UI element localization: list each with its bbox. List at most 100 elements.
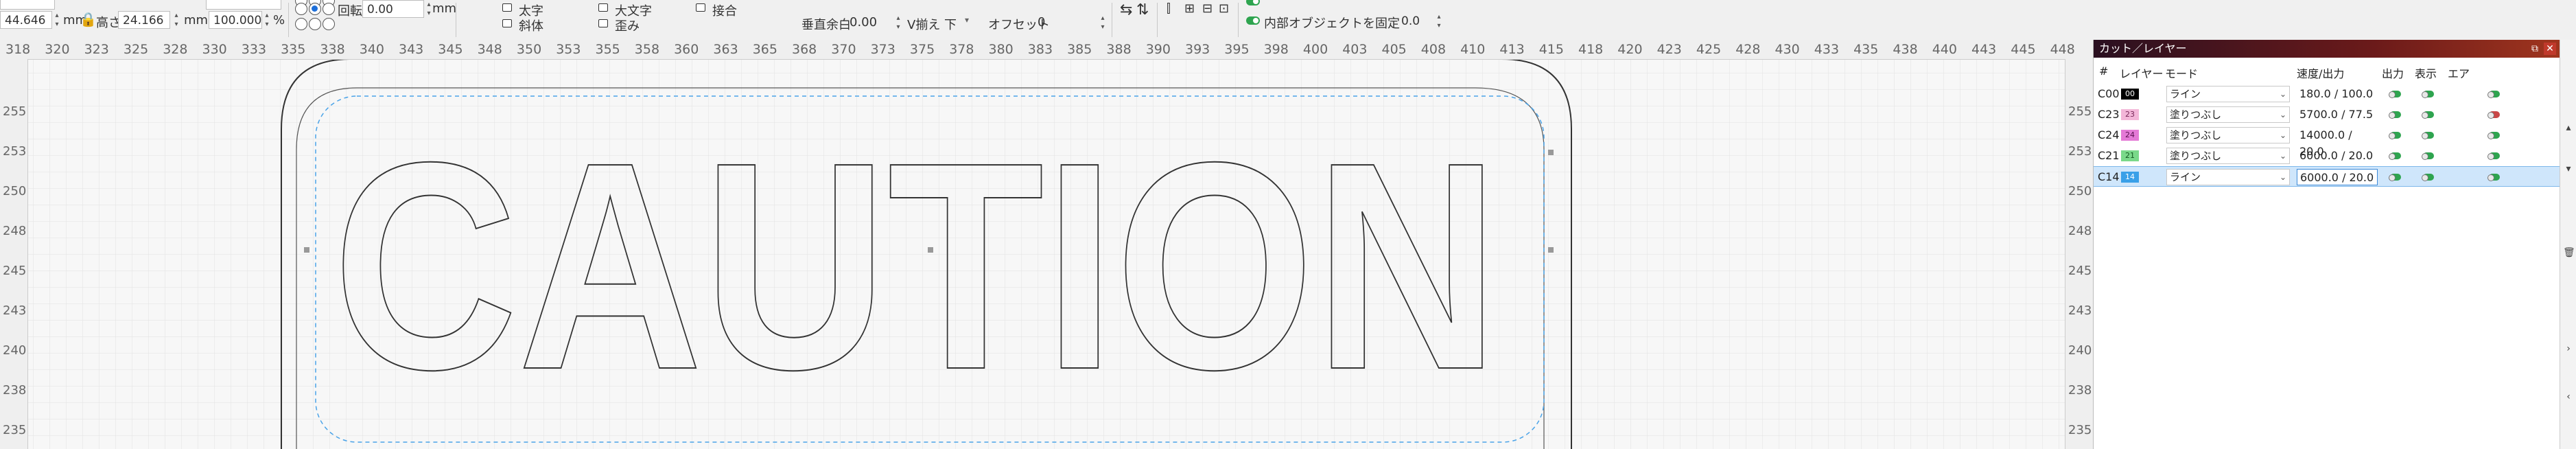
ruler-tick: 328 xyxy=(163,42,188,57)
mode-value: ライン xyxy=(2170,88,2201,100)
align-right-icon[interactable]: ⊟ xyxy=(1202,1,1213,16)
layer-color-swatch[interactable]: 24 xyxy=(2121,130,2139,141)
toolbar-separator xyxy=(288,3,289,37)
italic-checkbox[interactable] xyxy=(502,19,512,27)
ruler-tick: 250 xyxy=(2068,184,2092,198)
offset-spinner[interactable]: ▴ ▾ xyxy=(1098,14,1108,32)
ruler-tick: 358 xyxy=(634,42,660,57)
speed-power-field[interactable]: 5700.0 / 77.5 xyxy=(2297,106,2378,123)
speed-power-field[interactable]: 6000.0 / 20.0 xyxy=(2297,148,2378,164)
ruler-tick: 440 xyxy=(1932,42,1957,57)
distort-label: 歪み xyxy=(615,19,640,34)
width-input-top[interactable] xyxy=(206,0,281,10)
restore-icon[interactable]: ⧉ xyxy=(2529,43,2541,55)
x-spinner[interactable]: ▴ ▾ xyxy=(52,11,62,29)
mode-select[interactable]: ライン ⌄ xyxy=(2166,169,2290,185)
mode-select[interactable]: 塗りつぶし ⌄ xyxy=(2166,106,2290,123)
show-toggle[interactable] xyxy=(2422,91,2434,98)
align-center-icon[interactable]: ⊞ xyxy=(1184,1,1195,16)
uppercase-checkbox[interactable] xyxy=(598,3,608,12)
show-toggle[interactable] xyxy=(2422,111,2434,119)
trash-icon[interactable]: 🗑 xyxy=(2563,246,2575,260)
close-icon[interactable]: ✕ xyxy=(2544,43,2556,55)
speed-power-field[interactable]: 6000.0 / 20.0 xyxy=(2297,169,2378,185)
distribute-icon[interactable]: ⊡ xyxy=(1219,1,1229,16)
mode-select[interactable]: 塗りつぶし ⌄ xyxy=(2166,127,2290,143)
ruler-tick: 383 xyxy=(1027,42,1053,57)
layer-row[interactable]: C21 21 塗りつぶし ⌄ 6000.0 / 20.0 xyxy=(2094,146,2560,166)
caution-text[interactable]: CAUTION xyxy=(332,101,1500,432)
selection-handle-left[interactable] xyxy=(304,247,309,253)
height-spinner[interactable]: ▴ ▾ xyxy=(172,11,181,29)
layer-color-swatch[interactable]: 14 xyxy=(2121,172,2139,183)
air-toggle[interactable] xyxy=(2487,132,2500,139)
x-position-input[interactable]: 44.646 xyxy=(0,11,52,29)
vspace-spinner[interactable]: ▴ ▾ xyxy=(893,14,903,32)
ruler-tick: 433 xyxy=(1814,42,1840,57)
layer-row[interactable]: C14 14 ライン ⌄ 6000.0 / 20.0 xyxy=(2094,166,2560,187)
rotate-input[interactable]: 0.00 xyxy=(362,0,424,18)
canvas-drawing[interactable]: CAUTION xyxy=(0,40,2093,449)
lock-internal-input[interactable]: 0.0 xyxy=(1397,12,1437,30)
layer-color-swatch[interactable]: 00 xyxy=(2121,89,2139,100)
offset-value[interactable]: 0 xyxy=(1038,15,1045,30)
mode-select[interactable]: ライン ⌄ xyxy=(2166,86,2290,102)
ruler-tick: 335 xyxy=(281,42,306,57)
output-toggle[interactable] xyxy=(2389,152,2401,160)
layer-row[interactable]: C24 24 塗りつぶし ⌄ 14000.0 / 20.0 xyxy=(2094,125,2560,158)
valign-chevron-down-icon[interactable]: ▾ xyxy=(965,15,969,25)
selection-handle-top-right[interactable] xyxy=(1548,150,1554,155)
show-toggle[interactable] xyxy=(2422,132,2434,139)
layer-color-swatch[interactable]: 21 xyxy=(2121,150,2139,161)
flip-horizontal-icon[interactable]: ⇆ xyxy=(1120,1,1132,19)
ruler-tick: 405 xyxy=(1381,42,1407,57)
chevron-up-icon[interactable]: ▴ xyxy=(2563,121,2574,135)
origin-radio-mc[interactable] xyxy=(309,3,321,15)
valign-value[interactable]: 下 xyxy=(944,15,957,33)
origin-radio-mr[interactable] xyxy=(323,3,335,15)
lock-internal-spinner[interactable]: ▴ ▾ xyxy=(1434,12,1444,30)
weld-checkbox[interactable] xyxy=(696,3,705,12)
weld-label: 接合 xyxy=(712,4,737,19)
flip-vertical-icon[interactable]: ⇅ xyxy=(1136,1,1149,19)
origin-radio-br[interactable] xyxy=(323,18,335,30)
lock-internal-toggle[interactable] xyxy=(1246,16,1260,25)
design-canvas[interactable]: CAUTION 318 320 323 325 328 330 333 335 338 340 34… xyxy=(0,40,2093,449)
bold-checkbox[interactable] xyxy=(502,3,512,12)
mode-select[interactable]: 塗りつぶし ⌄ xyxy=(2166,148,2290,164)
ruler-tick: 253 xyxy=(2068,144,2092,159)
output-toggle[interactable] xyxy=(2389,111,2401,119)
origin-radio-bc[interactable] xyxy=(309,18,321,30)
scale-spinner[interactable]: ▴ ▾ xyxy=(262,11,272,29)
origin-radio-ml[interactable] xyxy=(295,3,307,15)
layer-row[interactable]: C00 00 ライン ⌄ 180.0 / 100.0 xyxy=(2094,84,2560,104)
x-position-input-top[interactable] xyxy=(0,0,55,10)
origin-radio-bl[interactable] xyxy=(295,18,307,30)
layer-row[interactable]: C23 23 塗りつぶし ⌄ 5700.0 / 77.5 xyxy=(2094,104,2560,125)
show-toggle[interactable] xyxy=(2422,152,2434,160)
vspace-value[interactable]: 0.00 xyxy=(850,15,877,30)
ruler-right: 255 253 250 248 245 243 240 238 235 xyxy=(2065,59,2093,449)
layer-color-swatch[interactable]: 23 xyxy=(2121,109,2139,120)
show-toggle[interactable] xyxy=(2422,174,2434,181)
speed-power-field[interactable]: 180.0 / 100.0 xyxy=(2297,86,2378,102)
align-left-icon[interactable]: ⫿ xyxy=(1167,1,1171,16)
speed-power-field[interactable]: 14000.0 / 20.0 xyxy=(2297,127,2378,158)
chevron-down-icon[interactable]: ▾ xyxy=(2563,162,2574,176)
selection-handle-right[interactable] xyxy=(1548,247,1554,253)
output-toggle[interactable] xyxy=(2389,132,2401,139)
air-toggle[interactable] xyxy=(2487,91,2500,98)
move-toggle[interactable] xyxy=(1246,0,1260,5)
output-toggle[interactable] xyxy=(2389,174,2401,181)
height-input[interactable]: 24.166 xyxy=(118,11,170,29)
ruler-left: 255 253 250 248 245 243 240 238 235 xyxy=(0,59,28,449)
air-toggle[interactable] xyxy=(2487,111,2500,119)
air-toggle[interactable] xyxy=(2487,174,2500,181)
distort-checkbox[interactable] xyxy=(598,19,608,27)
output-toggle[interactable] xyxy=(2389,91,2401,98)
lock-icon[interactable]: 🔒 xyxy=(80,11,97,27)
air-toggle[interactable] xyxy=(2487,152,2500,160)
chevron-right-icon[interactable]: › xyxy=(2563,342,2574,356)
chevron-left-icon[interactable]: ‹ xyxy=(2563,390,2574,404)
scale-input[interactable]: 100.000 xyxy=(209,11,262,29)
